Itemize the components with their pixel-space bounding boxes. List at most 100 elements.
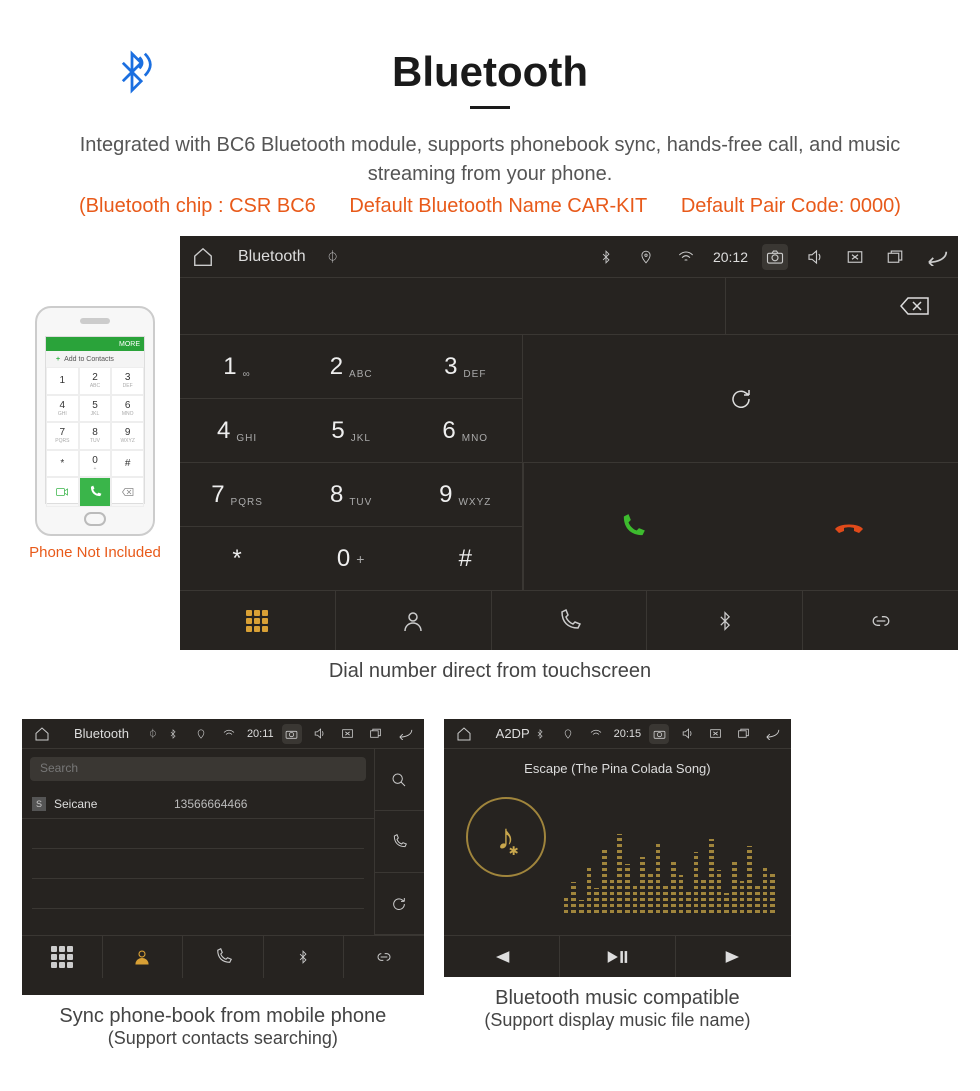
side-search-button[interactable] <box>375 749 424 811</box>
back-icon[interactable] <box>394 724 414 744</box>
wifi-icon <box>219 724 239 744</box>
dialer-key-8[interactable]: 8TUV <box>294 462 408 526</box>
dialer-key-#[interactable]: # <box>408 526 522 590</box>
contacts-caption: Sync phone-book from mobile phone (Suppo… <box>22 1005 424 1049</box>
volume-icon[interactable] <box>310 724 330 744</box>
home-icon[interactable] <box>454 724 474 744</box>
tab-contacts[interactable] <box>335 591 491 650</box>
usb-icon: ⏀ <box>320 244 346 270</box>
bluetooth-icon <box>163 724 183 744</box>
volume-icon[interactable] <box>677 724 697 744</box>
volume-icon[interactable] <box>802 244 828 270</box>
close-icon[interactable] <box>842 244 868 270</box>
gps-icon <box>558 724 578 744</box>
phone-key-#: # <box>111 450 144 478</box>
tab-bluetooth[interactable] <box>646 591 802 650</box>
wifi-icon <box>673 244 699 270</box>
spec-line: (Bluetooth chip : CSR BC6 Default Blueto… <box>0 195 980 218</box>
phone-key-1: 1 <box>46 367 79 395</box>
intro-text: Integrated with BC6 Bluetooth module, su… <box>0 131 980 189</box>
spec-name: Default Bluetooth Name CAR-KIT <box>349 195 647 217</box>
gps-icon <box>191 724 211 744</box>
phone-illustration: MORE Add to Contacts 12ABC3DEF4GHI5JKL6M… <box>10 236 180 650</box>
headunit-dialer: Bluetooth ⏀ 20:12 1∞2ABC3DEF <box>180 236 958 650</box>
headunit-music: A2DP 20:15 Escape (The Pina Colada Song) <box>444 719 792 977</box>
dialer-key-1[interactable]: 1∞ <box>180 334 294 398</box>
close-icon[interactable] <box>705 724 725 744</box>
recent-apps-icon[interactable] <box>882 244 908 270</box>
recent-apps-icon[interactable] <box>366 724 386 744</box>
number-display <box>180 278 725 334</box>
dialer-key-*[interactable]: * <box>180 526 294 590</box>
back-icon[interactable] <box>922 244 948 270</box>
back-icon[interactable] <box>761 724 781 744</box>
dialer-key-6[interactable]: 6MNO <box>408 398 522 462</box>
phone-dial-icon <box>79 477 112 507</box>
contact-number: 13566664466 <box>174 797 247 811</box>
tab-dialpad[interactable] <box>180 591 335 650</box>
side-refresh-button[interactable] <box>375 873 424 935</box>
tab-pair[interactable] <box>343 936 424 978</box>
search-input[interactable]: Search <box>30 757 366 781</box>
close-icon[interactable] <box>338 724 358 744</box>
spec-chip: (Bluetooth chip : CSR BC6 <box>79 195 316 217</box>
tab-contacts[interactable] <box>102 936 183 978</box>
music-caption: Bluetooth music compatible (Support disp… <box>444 987 792 1031</box>
add-to-contacts: Add to Contacts <box>46 351 144 367</box>
contact-row[interactable]: S Seicane 13566664466 <box>22 789 374 819</box>
next-track-button[interactable] <box>675 936 791 977</box>
recent-apps-icon[interactable] <box>733 724 753 744</box>
statusbar-time: 20:12 <box>713 249 748 265</box>
phone-video-icon <box>46 477 79 507</box>
dialer-key-7[interactable]: 7PQRS <box>180 462 294 526</box>
title-underline <box>470 106 510 109</box>
camera-icon[interactable] <box>762 244 788 270</box>
usb-icon: ⏀ <box>143 724 163 744</box>
phone-key-4: 4GHI <box>46 395 79 423</box>
prev-track-button[interactable] <box>444 936 559 977</box>
headunit-contacts: Bluetooth ⏀ 20:11 Searc <box>22 719 424 995</box>
hangup-button[interactable] <box>741 462 958 590</box>
phone-key-8: 8TUV <box>79 422 112 450</box>
phone-key-*: * <box>46 450 79 478</box>
music-visualizer <box>564 823 776 913</box>
gps-icon <box>633 244 659 270</box>
dialer-key-5[interactable]: 5JKL <box>294 398 408 462</box>
dialer-caption: Dial number direct from touchscreen <box>0 660 980 683</box>
backspace-button[interactable] <box>725 278 958 334</box>
phone-key-6: 6MNO <box>111 395 144 423</box>
tab-call-log[interactable] <box>182 936 263 978</box>
dialer-key-9[interactable]: 9WXYZ <box>408 462 522 526</box>
album-art-icon: ♪ <box>466 797 546 877</box>
phone-note: Phone Not Included <box>10 544 180 561</box>
tab-dialpad[interactable] <box>22 936 102 978</box>
tab-bluetooth[interactable] <box>263 936 344 978</box>
tab-call-log[interactable] <box>491 591 647 650</box>
wifi-icon <box>586 724 606 744</box>
phone-key-7: 7PQRS <box>46 422 79 450</box>
side-call-button[interactable] <box>375 811 424 873</box>
home-icon[interactable] <box>32 724 52 744</box>
dialer-key-0[interactable]: 0+ <box>294 526 408 590</box>
play-pause-button[interactable] <box>559 936 675 977</box>
refresh-button[interactable] <box>523 334 958 462</box>
bluetooth-icon <box>593 244 619 270</box>
statusbar-title: Bluetooth <box>74 726 129 741</box>
contact-name: Seicane <box>54 797 174 811</box>
dialer-key-4[interactable]: 4GHI <box>180 398 294 462</box>
bluetooth-icon <box>530 724 550 744</box>
phone-key-0: 0+ <box>79 450 112 478</box>
camera-icon[interactable] <box>649 724 669 744</box>
home-icon[interactable] <box>190 244 216 270</box>
statusbar-title: Bluetooth <box>238 248 306 266</box>
tab-pair[interactable] <box>802 591 958 650</box>
dialer-key-2[interactable]: 2ABC <box>294 334 408 398</box>
song-title: Escape (The Pina Colada Song) <box>460 761 776 776</box>
phone-key-3: 3DEF <box>111 367 144 395</box>
statusbar-title: A2DP <box>496 726 530 741</box>
dialer-key-3[interactable]: 3DEF <box>408 334 522 398</box>
phone-key-2: 2ABC <box>79 367 112 395</box>
call-button[interactable] <box>523 462 740 590</box>
bluetooth-signal-icon <box>110 50 154 99</box>
camera-icon[interactable] <box>282 724 302 744</box>
